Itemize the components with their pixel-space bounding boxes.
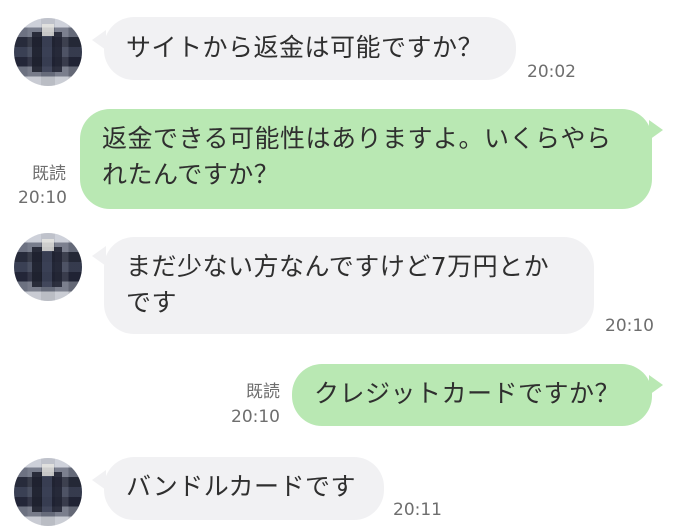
- message-timestamp: 20:11: [393, 500, 442, 520]
- message-timestamp: 20:02: [527, 62, 576, 82]
- message-timestamp: 20:10: [231, 407, 280, 427]
- message-text: クレジットカードですか？: [314, 379, 621, 408]
- bubble-tail: [649, 120, 663, 140]
- bubble-tail: [649, 375, 663, 395]
- sent-message-bubble[interactable]: 返金できる可能性はありますよ。いくらやら れたんですか？: [80, 109, 652, 209]
- contact-avatar[interactable]: [14, 233, 82, 301]
- sent-message-bubble[interactable]: クレジットカードですか？: [292, 364, 652, 426]
- message-text: サイトから返金は可能ですか？: [126, 33, 484, 62]
- contact-avatar[interactable]: [14, 18, 82, 86]
- message-text-line: です: [126, 288, 178, 317]
- read-receipt: 既読: [32, 164, 66, 184]
- read-receipt: 既読: [246, 382, 280, 402]
- message-timestamp: 20:10: [18, 188, 67, 208]
- received-message-bubble[interactable]: サイトから返金は可能ですか？: [104, 17, 516, 80]
- received-message-bubble[interactable]: バンドルカードです: [104, 457, 384, 520]
- received-message-bubble[interactable]: まだ少ない方なんですけど7万円とか です: [104, 237, 594, 334]
- message-text-line: 返金できる可能性はありますよ。いくらやら: [102, 124, 612, 153]
- message-timestamp: 20:10: [605, 316, 654, 336]
- message-text-line: まだ少ない方なんですけど7万円とか: [126, 252, 550, 281]
- contact-avatar[interactable]: [14, 458, 82, 526]
- message-text-line: れたんですか？: [102, 160, 280, 189]
- chat-thread: サイトから返金は可能ですか？ 20:02 既読 20:10 返金できる可能性はあ…: [0, 0, 694, 532]
- message-text: バンドルカードです: [126, 472, 357, 501]
